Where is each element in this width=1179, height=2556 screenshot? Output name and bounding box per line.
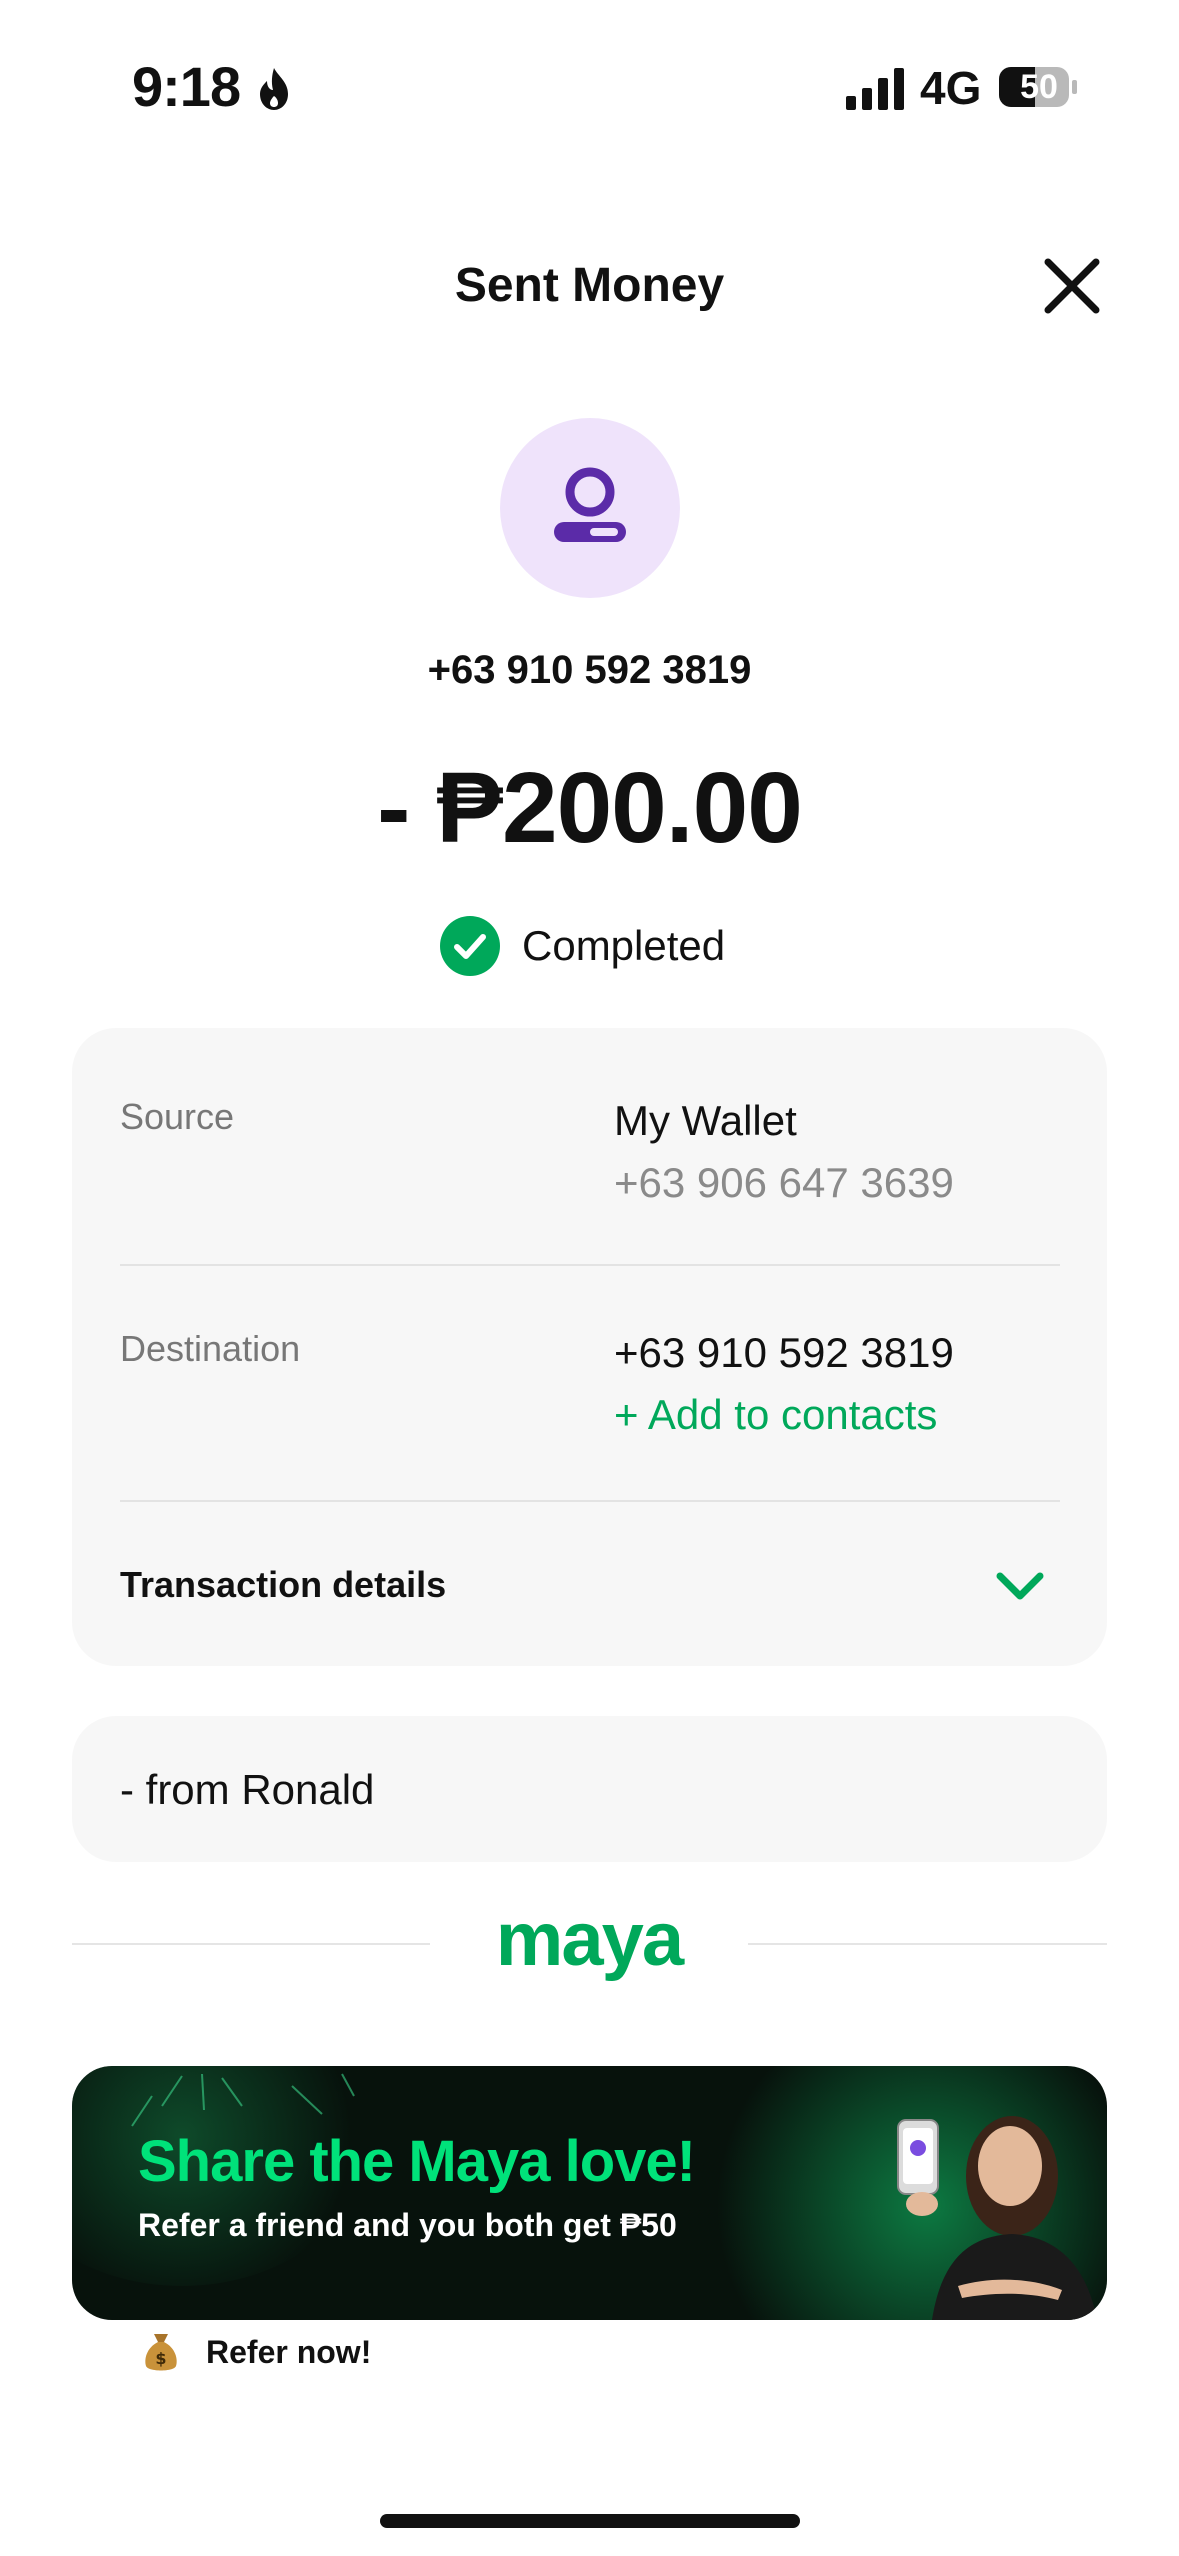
user-icon: [554, 467, 626, 542]
source-value: My Wallet: [614, 1097, 797, 1144]
destination-label: Destination: [120, 1328, 301, 1369]
home-indicator[interactable]: [380, 2514, 800, 2528]
details-card: Source My Wallet +63 906 647 3639 Destin…: [72, 1028, 1107, 1666]
divider: [748, 1943, 1107, 1945]
source-label: Source: [120, 1096, 235, 1137]
refer-now-label: Refer now!: [206, 2334, 372, 2370]
banner-title: Share the Maya love!: [138, 2129, 696, 2194]
divider: [120, 1500, 1060, 1502]
money-bag-icon: $: [145, 2334, 177, 2371]
cellular-signal-icon: [846, 68, 904, 110]
recipient-number: +63 910 592 3819: [427, 648, 752, 692]
referral-banner[interactable]: Share the Maya love! Refer a friend and …: [72, 2066, 1107, 2320]
destination-value: +63 910 592 3819: [614, 1329, 954, 1376]
hotspot-flame-icon: [260, 68, 288, 110]
check-circle-icon: [440, 916, 500, 976]
divider: [120, 1264, 1060, 1266]
svg-text:$: $: [155, 2349, 166, 2368]
transaction-details-label: Transaction details: [120, 1564, 447, 1605]
network-type: 4G: [920, 62, 982, 114]
source-number: +63 906 647 3639: [614, 1159, 954, 1206]
banner-subtitle: Refer a friend and you both get ₱50: [138, 2207, 677, 2243]
page-title: Sent Money: [454, 259, 725, 312]
divider: [72, 1943, 430, 1945]
add-to-contacts-link[interactable]: + Add to contacts: [614, 1384, 937, 1446]
avatar: [500, 418, 680, 598]
close-icon[interactable]: [1040, 254, 1104, 318]
refer-now-link[interactable]: $ Refer now!: [142, 2322, 371, 2382]
battery-level: 50: [1020, 68, 1058, 106]
amount: - ₱200.00: [377, 752, 803, 864]
message-card: - from Ronald: [72, 1716, 1107, 1862]
message-text: - from Ronald: [120, 1766, 375, 1813]
status-badge: Completed: [440, 916, 725, 976]
chevron-down-icon[interactable]: [994, 1560, 1046, 1612]
status-time: 9:18: [132, 55, 241, 118]
maya-logo: maya: [495, 1897, 684, 1982]
promo-person-image: [897, 2116, 1097, 2320]
status-text: Completed: [522, 922, 726, 969]
